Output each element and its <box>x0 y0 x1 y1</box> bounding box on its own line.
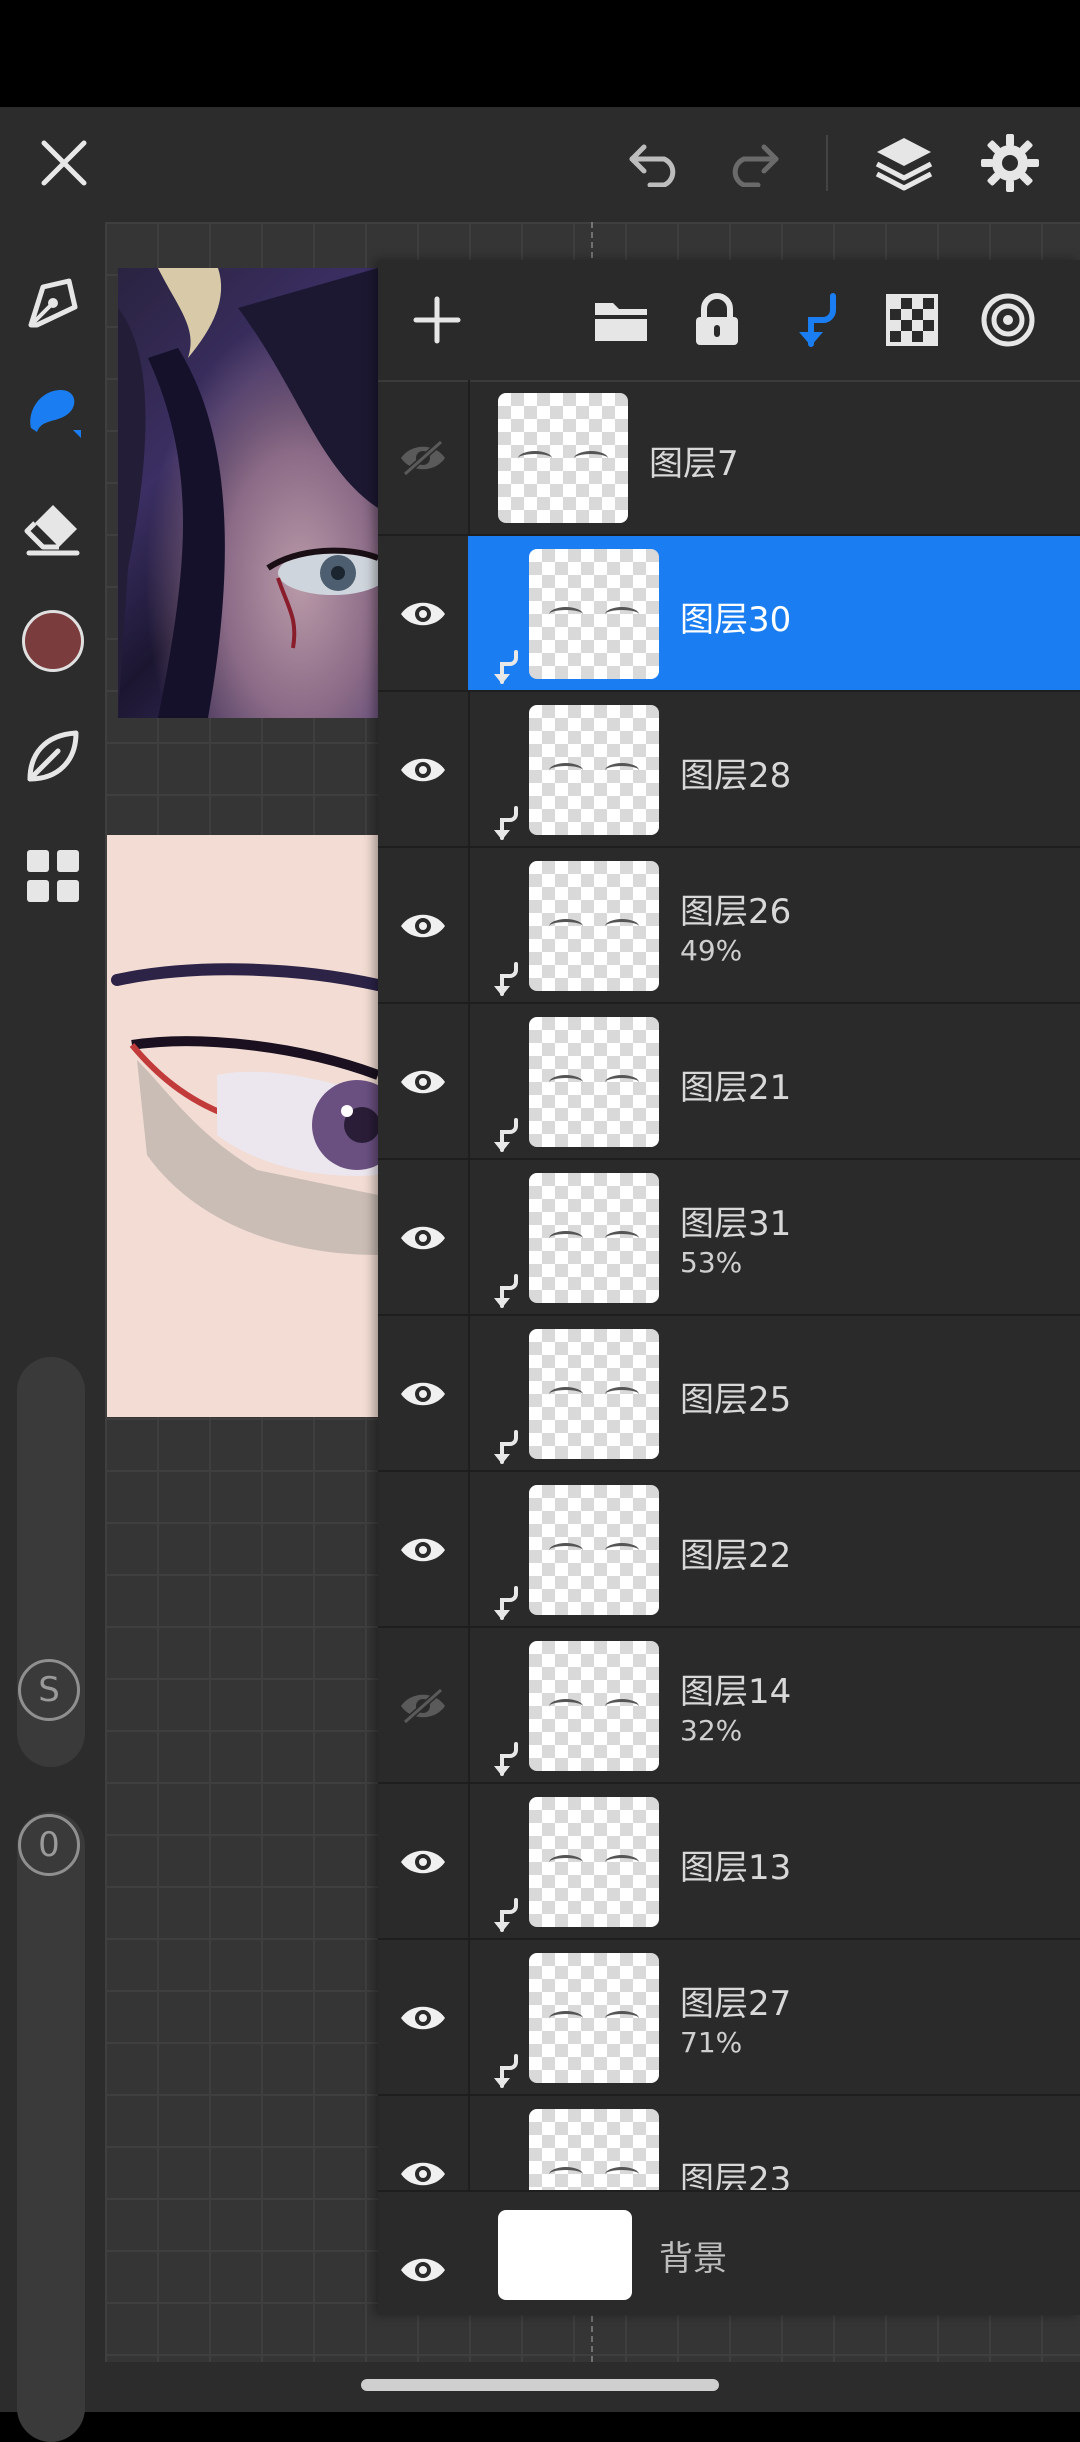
layer-row[interactable]: 图层13 <box>378 1784 1080 1940</box>
clipping-mask-icon <box>490 806 520 842</box>
lock-icon[interactable] <box>677 280 757 360</box>
layer-row[interactable]: 图层30 <box>378 536 1080 692</box>
clipping-mask-icon <box>490 1118 520 1154</box>
opacity-badge: 0 <box>18 1814 80 1876</box>
layer-row[interactable]: 图层28 <box>378 692 1080 848</box>
layer-name: 图层22 <box>680 1536 792 1576</box>
size-badge: S <box>18 1659 80 1721</box>
clipping-mask-icon <box>490 962 520 998</box>
layer-thumbnail <box>498 393 628 523</box>
background-layer-row[interactable]: 背景 <box>378 2190 1080 2315</box>
clipping-mask-icon <box>490 2054 520 2090</box>
toolbar-divider <box>826 135 828 191</box>
layer-thumbnail <box>529 1641 659 1771</box>
color-swatch[interactable] <box>10 598 95 683</box>
layer-name: 图层27 <box>680 1984 792 2024</box>
artwork-reference-top <box>118 268 378 718</box>
layer-name: 图层21 <box>680 1068 792 1108</box>
background-layer-name: 背景 <box>659 2239 727 2279</box>
layer-name: 图层25 <box>680 1380 792 1420</box>
eye-hidden-icon[interactable] <box>395 1678 451 1734</box>
layers-panel: 图层7 图层30 图层28 图层26 49% 图层21 图层31 53% 图层25 图层22 图层1… <box>378 260 1080 2315</box>
eye-icon[interactable] <box>395 1366 451 1422</box>
layer-opacity: 32% <box>680 1714 743 1747</box>
grid-icon[interactable] <box>10 833 95 918</box>
status-bar <box>0 0 1080 107</box>
layer-row[interactable]: 图层21 <box>378 1004 1080 1160</box>
layer-thumbnail <box>529 1329 659 1459</box>
artwork-eye-canvas <box>107 835 378 1417</box>
eraser-icon[interactable] <box>10 486 95 571</box>
layer-thumbnail <box>529 1797 659 1927</box>
background-thumbnail <box>498 2210 632 2300</box>
eye-icon[interactable] <box>395 742 451 798</box>
layer-row[interactable]: 图层26 49% <box>378 848 1080 1004</box>
layer-row[interactable]: 图层25 <box>378 1316 1080 1472</box>
eye-icon[interactable] <box>395 1522 451 1578</box>
clipping-mask-icon <box>490 1274 520 1310</box>
layers-toolbar <box>378 260 1080 382</box>
layer-row[interactable]: 图层7 <box>378 380 1080 536</box>
layer-name: 图层7 <box>649 444 739 484</box>
eye-icon[interactable] <box>395 586 451 642</box>
leaf-icon[interactable] <box>10 713 95 798</box>
layer-name: 图层28 <box>680 756 792 796</box>
eye-icon[interactable] <box>395 1054 451 1110</box>
brush-opacity-slider[interactable] <box>17 1812 85 2442</box>
layer-name: 图层26 <box>680 892 792 932</box>
layer-thumbnail <box>529 1953 659 2083</box>
layers-icon[interactable] <box>866 125 942 201</box>
eye-icon[interactable] <box>395 1210 451 1266</box>
layer-thumbnail <box>529 861 659 991</box>
pen-icon[interactable] <box>10 260 95 345</box>
brush-icon[interactable] <box>10 369 95 454</box>
clipping-mask-icon <box>490 1586 520 1622</box>
eye-icon[interactable] <box>395 1834 451 1890</box>
layer-row[interactable]: 图层14 32% <box>378 1628 1080 1784</box>
checker-icon[interactable] <box>872 280 952 360</box>
clip-icon[interactable] <box>776 280 856 360</box>
eye-icon[interactable] <box>395 2242 451 2298</box>
folder-icon[interactable] <box>581 280 661 360</box>
layer-name: 图层30 <box>680 600 792 640</box>
gear-icon[interactable] <box>972 125 1048 201</box>
layer-thumbnail <box>529 1173 659 1303</box>
target-icon[interactable] <box>968 280 1048 360</box>
eye-icon[interactable] <box>395 1990 451 2046</box>
layer-row[interactable]: 图层27 71% <box>378 1940 1080 2096</box>
layer-row[interactable]: 图层31 53% <box>378 1160 1080 1316</box>
layer-opacity: 49% <box>680 934 743 967</box>
layer-thumbnail <box>529 1017 659 1147</box>
top-toolbar <box>0 107 1080 222</box>
undo-icon[interactable] <box>620 127 692 199</box>
home-indicator[interactable] <box>361 2379 719 2391</box>
layer-row[interactable]: 图层22 <box>378 1472 1080 1628</box>
layer-thumbnail <box>529 705 659 835</box>
layer-opacity: 71% <box>680 2026 743 2059</box>
layer-opacity: 53% <box>680 1246 743 1279</box>
layer-thumbnail <box>529 1485 659 1615</box>
clipping-mask-icon <box>490 1742 520 1778</box>
eye-hidden-icon[interactable] <box>395 430 451 486</box>
layer-name: 图层13 <box>680 1848 792 1888</box>
close-icon[interactable] <box>28 127 100 199</box>
layer-name: 图层31 <box>680 1204 792 1244</box>
layer-name: 图层14 <box>680 1672 792 1712</box>
clipping-mask-icon <box>490 1430 520 1466</box>
clipping-mask-icon <box>490 650 520 686</box>
redo-icon[interactable] <box>716 127 788 199</box>
eye-icon[interactable] <box>395 898 451 954</box>
add-icon[interactable] <box>397 280 477 360</box>
clipping-mask-icon <box>490 1898 520 1934</box>
tool-strip: S 0 <box>0 222 105 2442</box>
layer-thumbnail <box>529 549 659 679</box>
